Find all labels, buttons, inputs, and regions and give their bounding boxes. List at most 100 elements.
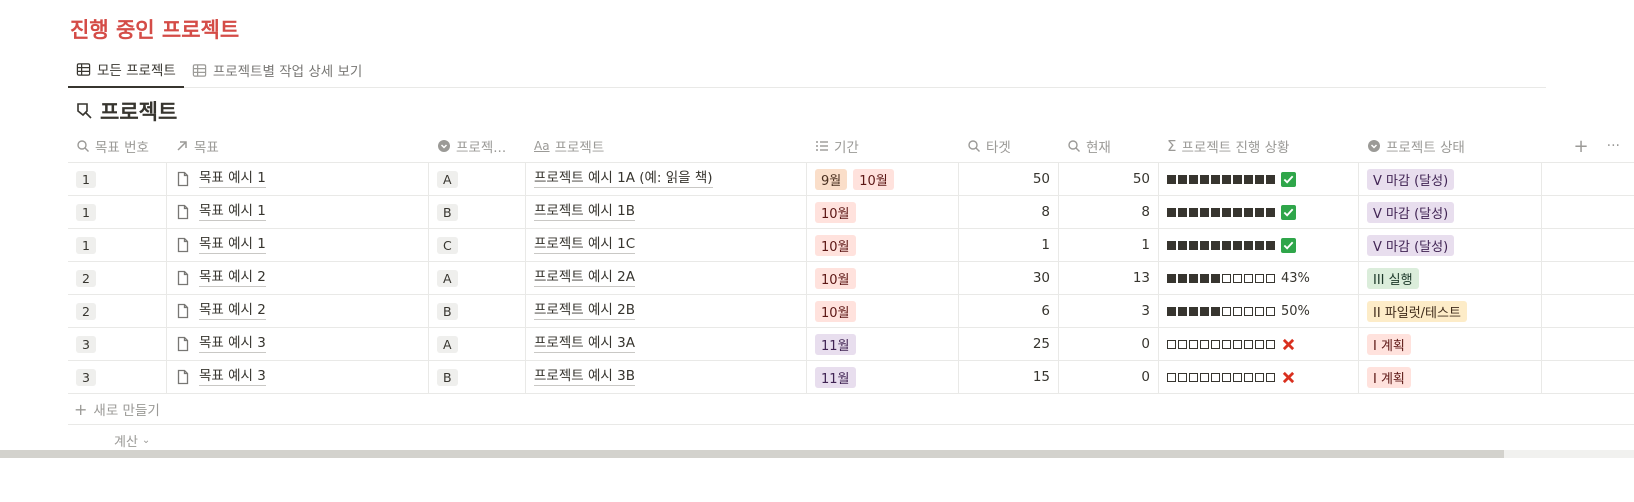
- project-code-cell[interactable]: A: [429, 328, 526, 360]
- column-header-target[interactable]: 타겟: [959, 130, 1059, 162]
- column-header-project[interactable]: Aa 프로젝트: [526, 130, 807, 162]
- progress-cell[interactable]: 50%: [1159, 295, 1359, 327]
- goal-no-cell[interactable]: 1: [68, 229, 167, 261]
- period-cell[interactable]: 10월: [807, 262, 959, 294]
- project-cell[interactable]: 프로젝트 예시 1A (예: 읽을 책): [526, 163, 807, 195]
- column-header-goal-no[interactable]: 목표 번호: [68, 130, 167, 162]
- goal-relation[interactable]: 목표 예시 2: [175, 269, 266, 287]
- project-cell[interactable]: 프로젝트 예시 2A: [526, 262, 807, 294]
- project-code-cell[interactable]: B: [429, 295, 526, 327]
- goal-link[interactable]: 목표 예시 2: [199, 269, 266, 287]
- project-name[interactable]: 프로젝트 예시 2B: [534, 302, 635, 320]
- project-name[interactable]: 프로젝트 예시 3B: [534, 368, 635, 386]
- goal-relation[interactable]: 목표 예시 1: [175, 236, 266, 254]
- goal-relation[interactable]: 목표 예시 3: [175, 368, 266, 386]
- target-cell[interactable]: 1: [959, 229, 1059, 261]
- goal-link[interactable]: 목표 예시 2: [199, 302, 266, 320]
- status-cell[interactable]: III 실행: [1359, 262, 1542, 294]
- period-cell[interactable]: 10월: [807, 196, 959, 228]
- project-name[interactable]: 프로젝트 예시 3A: [534, 335, 635, 353]
- goal-relation[interactable]: 목표 예시 2: [175, 302, 266, 320]
- project-code-cell[interactable]: A: [429, 262, 526, 294]
- project-cell[interactable]: 프로젝트 예시 2B: [526, 295, 807, 327]
- project-code-cell[interactable]: C: [429, 229, 526, 261]
- table-row[interactable]: 2 목표 예시 2 B 프로젝트 예시 2B 10월 6 3 50% II 파일럿/테스트: [68, 295, 1634, 328]
- tab-project-details[interactable]: 프로젝트별 작업 상세 보기: [184, 52, 371, 88]
- table-row[interactable]: 1 목표 예시 1 B 프로젝트 예시 1B 10월 8 8 V 마감 (달성): [68, 196, 1634, 229]
- current-cell[interactable]: 8: [1059, 196, 1159, 228]
- project-name[interactable]: 프로젝트 예시 1C: [534, 236, 636, 254]
- status-cell[interactable]: I 계획: [1359, 328, 1542, 360]
- table-row[interactable]: 2 목표 예시 2 A 프로젝트 예시 2A 10월 30 13 43% III 실행: [68, 262, 1634, 295]
- current-cell[interactable]: 0: [1059, 361, 1159, 393]
- add-property-button[interactable]: +: [1574, 136, 1589, 157]
- goal-link[interactable]: 목표 예시 1: [199, 236, 266, 254]
- target-cell[interactable]: 30: [959, 262, 1059, 294]
- progress-cell[interactable]: [1159, 328, 1359, 360]
- tab-all-projects[interactable]: 모든 프로젝트: [68, 52, 184, 88]
- goal-cell[interactable]: 목표 예시 1: [167, 229, 429, 261]
- progress-cell[interactable]: [1159, 229, 1359, 261]
- goal-cell[interactable]: 목표 예시 1: [167, 196, 429, 228]
- status-cell[interactable]: V 마감 (달성): [1359, 229, 1542, 261]
- project-cell[interactable]: 프로젝트 예시 1B: [526, 196, 807, 228]
- column-header-goal[interactable]: 목표: [167, 130, 429, 162]
- column-header-period[interactable]: 기간: [807, 130, 959, 162]
- goal-relation[interactable]: 목표 예시 1: [175, 203, 266, 221]
- goal-no-cell[interactable]: 1: [68, 196, 167, 228]
- period-cell[interactable]: 9월 10월: [807, 163, 959, 195]
- status-cell[interactable]: V 마감 (달성): [1359, 196, 1542, 228]
- progress-cell[interactable]: [1159, 196, 1359, 228]
- current-cell[interactable]: 50: [1059, 163, 1159, 195]
- goal-link[interactable]: 목표 예시 3: [199, 335, 266, 353]
- table-row[interactable]: 1 목표 예시 1 C 프로젝트 예시 1C 10월 1 1 V 마감 (달성): [68, 229, 1634, 262]
- goal-cell[interactable]: 목표 예시 2: [167, 295, 429, 327]
- goal-no-cell[interactable]: 1: [68, 163, 167, 195]
- goal-no-cell[interactable]: 3: [68, 361, 167, 393]
- column-header-status[interactable]: 프로젝트 상태: [1359, 130, 1542, 162]
- project-cell[interactable]: 프로젝트 예시 3B: [526, 361, 807, 393]
- scrollbar-thumb[interactable]: [0, 450, 1504, 458]
- status-cell[interactable]: I 계획: [1359, 361, 1542, 393]
- target-cell[interactable]: 50: [959, 163, 1059, 195]
- current-cell[interactable]: 13: [1059, 262, 1159, 294]
- period-cell[interactable]: 10월: [807, 295, 959, 327]
- column-header-progress[interactable]: Σ 프로젝트 진행 상황: [1159, 130, 1359, 162]
- goal-cell[interactable]: 목표 예시 2: [167, 262, 429, 294]
- goal-relation[interactable]: 목표 예시 1: [175, 170, 266, 188]
- current-cell[interactable]: 1: [1059, 229, 1159, 261]
- goal-link[interactable]: 목표 예시 3: [199, 368, 266, 386]
- project-code-cell[interactable]: B: [429, 361, 526, 393]
- status-cell[interactable]: V 마감 (달성): [1359, 163, 1542, 195]
- target-cell[interactable]: 25: [959, 328, 1059, 360]
- goal-no-cell[interactable]: 2: [68, 295, 167, 327]
- goal-no-cell[interactable]: 3: [68, 328, 167, 360]
- project-name[interactable]: 프로젝트 예시 1B: [534, 203, 635, 221]
- horizontal-scrollbar[interactable]: [0, 450, 1634, 458]
- project-code-cell[interactable]: B: [429, 196, 526, 228]
- target-cell[interactable]: 15: [959, 361, 1059, 393]
- database-title[interactable]: 프로젝트: [74, 96, 177, 126]
- period-cell[interactable]: 10월: [807, 229, 959, 261]
- more-options-button[interactable]: ···: [1607, 138, 1620, 154]
- new-row-button[interactable]: + 새로 만들기: [68, 394, 1634, 425]
- status-cell[interactable]: II 파일럿/테스트: [1359, 295, 1542, 327]
- current-cell[interactable]: 0: [1059, 328, 1159, 360]
- current-cell[interactable]: 3: [1059, 295, 1159, 327]
- progress-cell[interactable]: [1159, 361, 1359, 393]
- column-header-current[interactable]: 현재: [1059, 130, 1159, 162]
- period-cell[interactable]: 11월: [807, 328, 959, 360]
- goal-cell[interactable]: 목표 예시 1: [167, 163, 429, 195]
- column-header-project-code[interactable]: 프로젝...: [429, 130, 526, 162]
- goal-link[interactable]: 목표 예시 1: [199, 170, 266, 188]
- target-cell[interactable]: 6: [959, 295, 1059, 327]
- progress-cell[interactable]: [1159, 163, 1359, 195]
- progress-cell[interactable]: 43%: [1159, 262, 1359, 294]
- goal-cell[interactable]: 목표 예시 3: [167, 328, 429, 360]
- goal-no-cell[interactable]: 2: [68, 262, 167, 294]
- table-row[interactable]: 1 목표 예시 1 A 프로젝트 예시 1A (예: 읽을 책) 9월 10월 50 50 V …: [68, 163, 1634, 196]
- project-cell[interactable]: 프로젝트 예시 1C: [526, 229, 807, 261]
- goal-relation[interactable]: 목표 예시 3: [175, 335, 266, 353]
- project-cell[interactable]: 프로젝트 예시 3A: [526, 328, 807, 360]
- project-code-cell[interactable]: A: [429, 163, 526, 195]
